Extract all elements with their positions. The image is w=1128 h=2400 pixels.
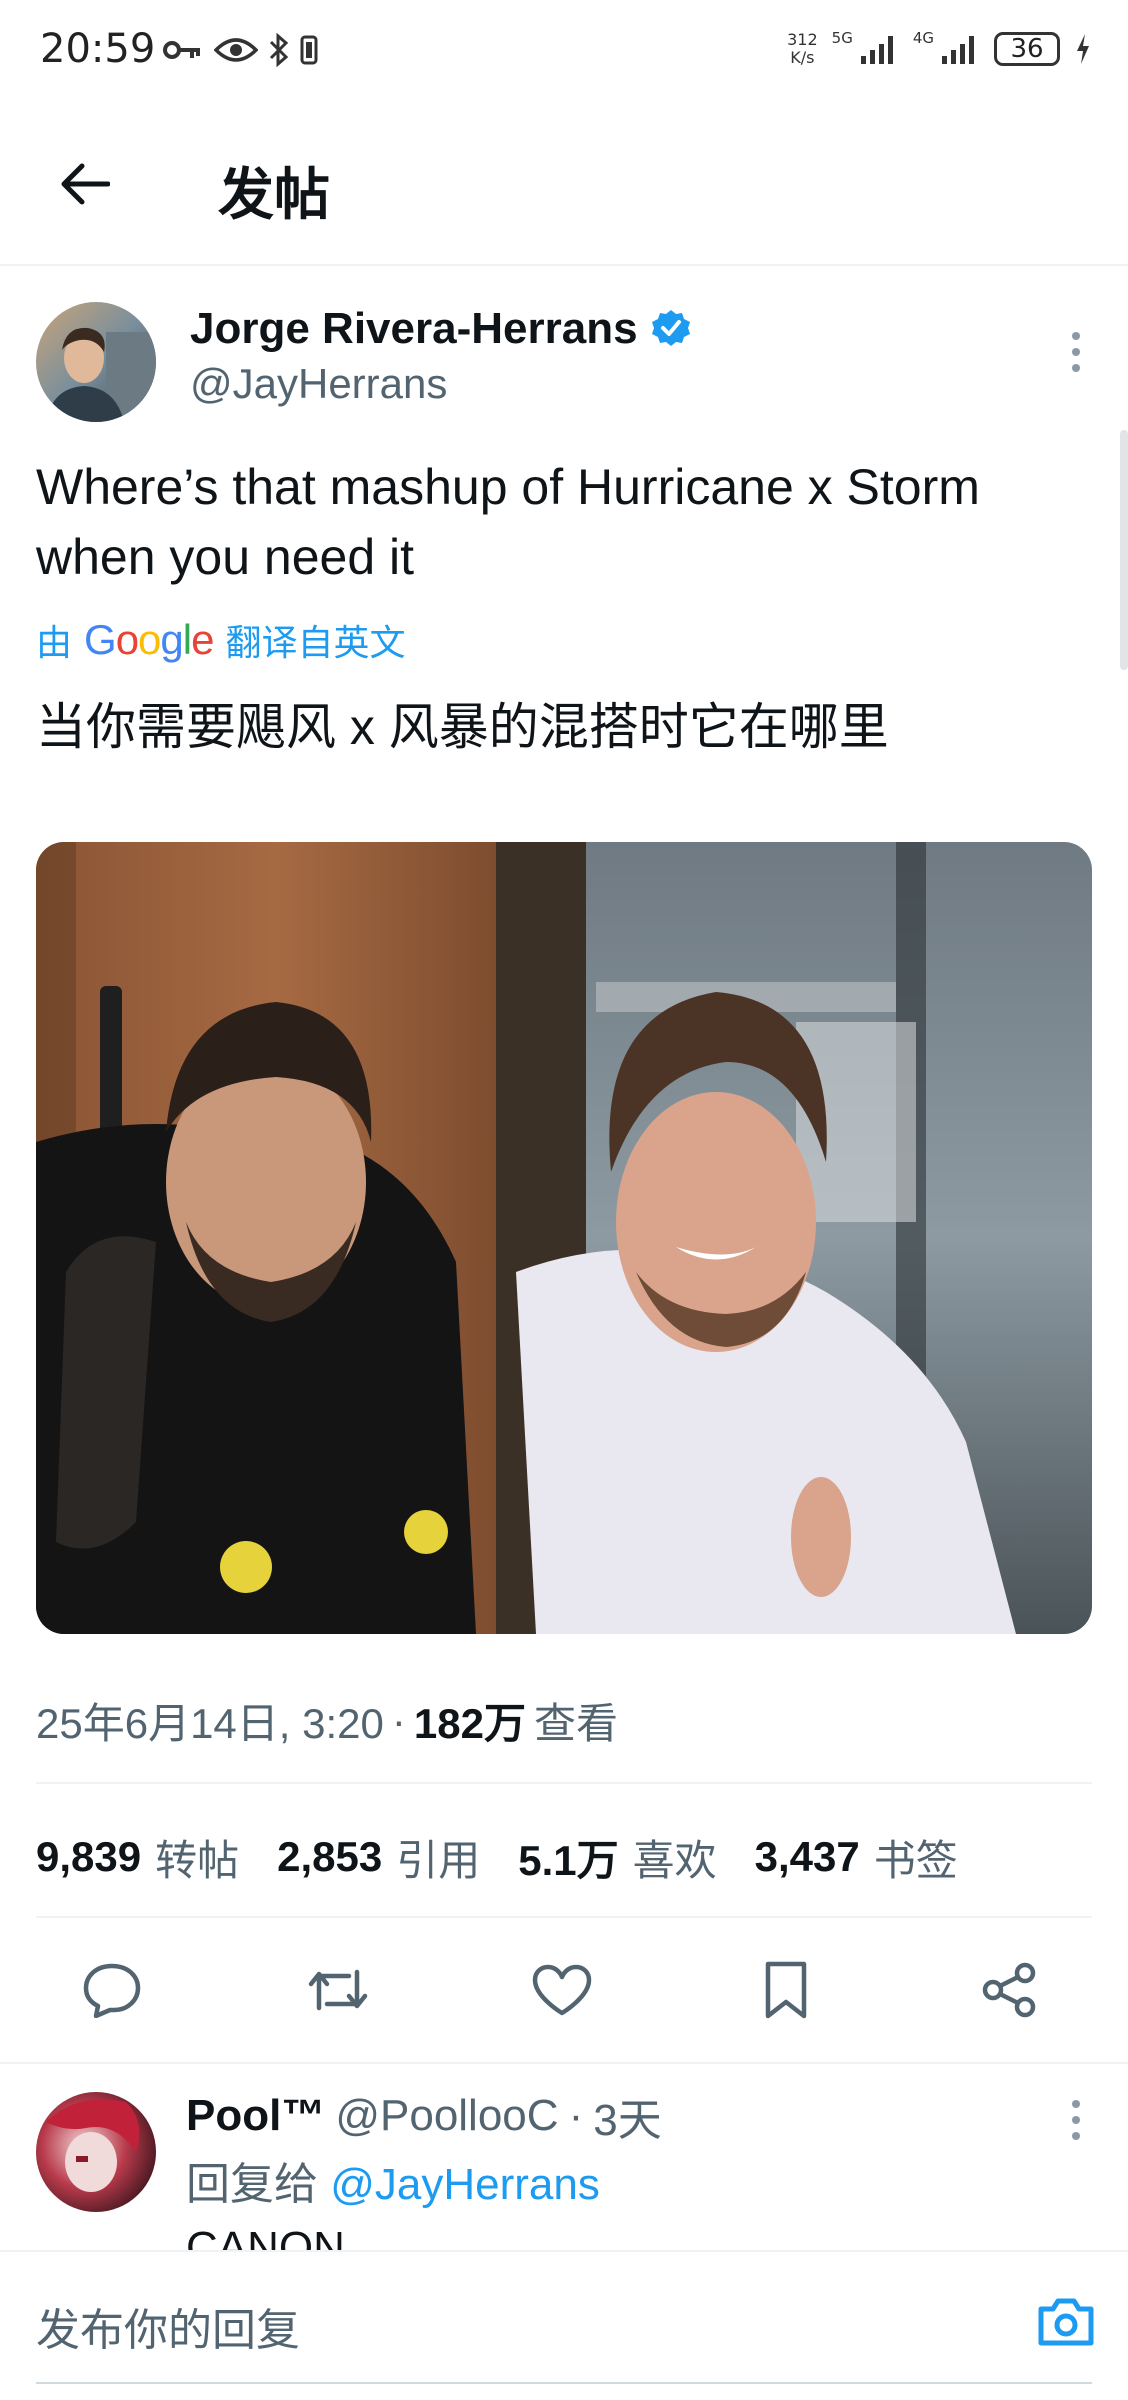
camera-button[interactable]: [1030, 2286, 1102, 2358]
reply-author-name[interactable]: Pool™: [186, 2091, 325, 2141]
page-header: 发帖: [0, 120, 1128, 266]
views-label: 查看: [533, 1700, 618, 1747]
tweet-text: Where’s that mashup of Hurricane x Storm…: [36, 459, 980, 585]
key-icon: [163, 41, 200, 59]
stat-bookmarks[interactable]: 3,437 书签: [755, 1827, 958, 1888]
author-avatar[interactable]: [36, 302, 156, 422]
more-dot: [1072, 2116, 1080, 2124]
google-logo: Google: [84, 616, 214, 663]
retweet-icon: [308, 1969, 368, 2011]
status-bar: 20:59 312 K/s 5G 4G 36: [0, 0, 1128, 100]
translation-attribution[interactable]: 由 Google 翻译自英文: [36, 614, 405, 666]
status-icons-right: 312 K/s 5G 4G 36: [787, 24, 1092, 74]
like-button[interactable]: [522, 1950, 602, 2030]
reply-input[interactable]: 发布你的回复: [36, 2294, 300, 2358]
reply-header: Pool™ @PoollooC · 3天: [186, 2084, 662, 2148]
arrow-left-icon: [61, 163, 110, 205]
network-type-5g: 5G: [831, 29, 853, 47]
reply-text: CANON: [186, 2223, 345, 2250]
retweet-button[interactable]: [298, 1950, 378, 2030]
tweet-photo[interactable]: [36, 842, 1092, 1634]
divider: [0, 2062, 1128, 2064]
reply-to-line: 回复给 @JayHerrans: [186, 2160, 600, 2209]
page-title: 发帖: [218, 163, 330, 226]
divider: [36, 1782, 1092, 1784]
reply-button[interactable]: [72, 1950, 152, 2030]
network-type-4g: 4G: [912, 29, 934, 47]
bookmark-button[interactable]: [746, 1950, 826, 2030]
action-bar: [0, 1950, 1128, 2030]
reply-avatar[interactable]: [36, 2092, 156, 2212]
reply-to-mention[interactable]: @JayHerrans: [330, 2160, 600, 2209]
more-dot: [1072, 364, 1080, 372]
avatar-image: [36, 2092, 156, 2212]
engagement-stats: 9,839 转帖 2,853 引用 5.1万 喜欢 3,437 书签: [36, 1822, 958, 1892]
verified-badge-icon: [651, 310, 690, 346]
more-dot: [1072, 2100, 1080, 2108]
views-count: 182万: [413, 1700, 526, 1747]
signal-icon: [942, 36, 974, 64]
more-dot: [1072, 2132, 1080, 2140]
reply-time: 3天: [593, 2096, 662, 2145]
battery-icon: 36: [994, 32, 1060, 66]
tweet-meta: 25年6月14日, 3:20 · 182万 查看: [36, 1690, 618, 1751]
camera-icon: [1038, 2298, 1094, 2346]
status-icons-left: [162, 30, 318, 70]
back-button[interactable]: [48, 148, 120, 220]
more-options-button[interactable]: [1054, 326, 1098, 378]
scrollbar[interactable]: [1120, 430, 1128, 670]
share-button[interactable]: [970, 1950, 1050, 2030]
bookmark-icon: [765, 1961, 807, 2019]
tweet-timestamp: 25年6月14日, 3:20: [36, 1700, 384, 1747]
author-name[interactable]: Jorge Rivera-Herrans: [190, 304, 692, 354]
bluetooth-icon: [269, 33, 289, 67]
eye-icon: [214, 38, 258, 62]
signal-icon: [860, 36, 893, 64]
network-speed: 312 K/s: [787, 30, 818, 67]
charging-icon: [1077, 34, 1089, 64]
more-dot: [1072, 348, 1080, 356]
translated-text: 当你需要飓风 x 风暴的混搭时它在哪里: [36, 699, 889, 755]
reply-author-handle[interactable]: @PoollooC: [335, 2091, 558, 2141]
photo-image: [36, 842, 1092, 1634]
stat-retweets[interactable]: 9,839 转帖: [36, 1827, 239, 1888]
stat-likes[interactable]: 5.1万 喜欢: [518, 1827, 716, 1888]
avatar-image: [36, 302, 156, 422]
stat-quotes[interactable]: 2,853 引用: [277, 1827, 480, 1888]
vibrate-icon: [300, 35, 318, 65]
composer-underline: [36, 2382, 1092, 2384]
like-icon: [532, 1964, 592, 2016]
reply-more-options-button[interactable]: [1054, 2094, 1098, 2146]
divider: [36, 1916, 1092, 1918]
more-dot: [1072, 332, 1080, 340]
author-handle[interactable]: @JayHerrans: [190, 360, 447, 408]
reply-icon: [83, 1963, 141, 2018]
reply-composer: 发布你的回复: [0, 2250, 1128, 2400]
share-icon: [982, 1962, 1036, 2018]
status-time: 20:59: [40, 26, 156, 72]
